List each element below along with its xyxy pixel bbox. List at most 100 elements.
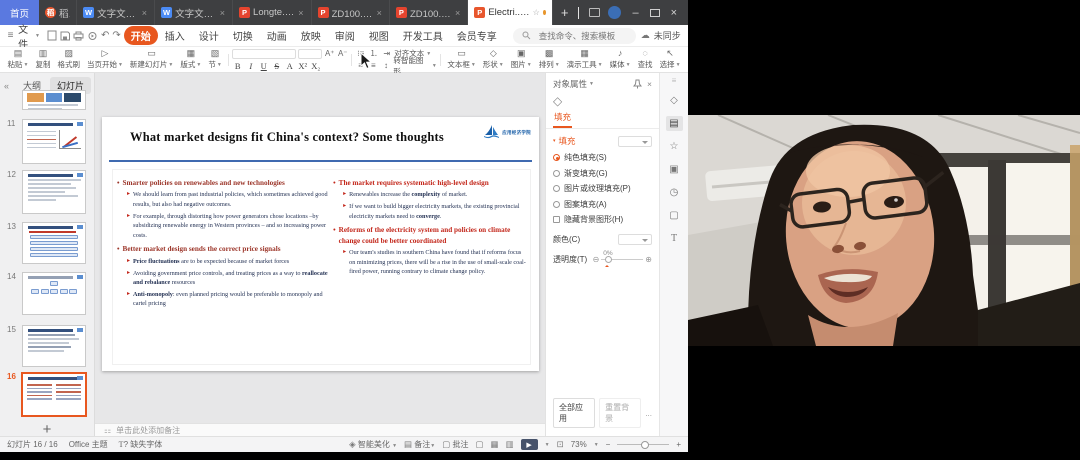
- line-spacing-icon[interactable]: ↕: [381, 61, 392, 70]
- sorter-view-icon[interactable]: ▦: [491, 439, 499, 450]
- menu-开发工具[interactable]: 开发工具: [396, 26, 450, 45]
- favorite-star-icon[interactable]: ☆: [533, 8, 540, 17]
- close-tab-icon[interactable]: ×: [141, 8, 148, 18]
- cloud-sync-button[interactable]: ☁未同步: [639, 29, 681, 42]
- play-slideshow-button[interactable]: ▶: [521, 439, 538, 450]
- menu-插入[interactable]: 插入: [158, 26, 192, 45]
- animation-tool-icon[interactable]: ▣: [666, 162, 683, 177]
- slide-thumbnail-14[interactable]: [22, 272, 86, 315]
- 媒体-button[interactable]: ♪媒体▼: [606, 48, 634, 72]
- beautify-button[interactable]: ◈ 智能美化 ▼: [349, 439, 397, 450]
- command-search[interactable]: [513, 28, 636, 44]
- user-avatar[interactable]: [608, 6, 621, 19]
- slide-thumbnail-11[interactable]: [22, 119, 86, 164]
- reset-background-button[interactable]: 重置背景: [599, 398, 641, 428]
- 文本框-button[interactable]: ▭文本框▼: [444, 48, 479, 72]
- properties-tool-icon[interactable]: ▤: [666, 116, 683, 131]
- format-I-button[interactable]: I: [245, 61, 256, 71]
- section-caret-icon[interactable]: ▾: [553, 138, 556, 144]
- document-tab[interactable]: PLongte...21.pdf×: [233, 0, 312, 25]
- format-X₂-button[interactable]: X₂: [310, 61, 321, 71]
- close-tab-icon[interactable]: ×: [454, 8, 461, 18]
- document-tab[interactable]: PZD100...书.pdf×: [390, 0, 468, 25]
- format-U-button[interactable]: U: [258, 61, 269, 71]
- comments-button[interactable]: ▢ 批注: [442, 439, 468, 450]
- save-icon[interactable]: [60, 29, 70, 42]
- close-tab-icon[interactable]: ×: [376, 8, 383, 18]
- slide-title[interactable]: What market designs fit China's context?…: [130, 130, 475, 145]
- close-tab-icon[interactable]: ×: [219, 8, 226, 18]
- slide-body-textbox[interactable]: •Smarter policies on renewables and new …: [112, 169, 531, 365]
- redo-icon[interactable]: ↷: [112, 29, 120, 42]
- format-B-button[interactable]: B: [232, 61, 243, 71]
- slide-16[interactable]: What market designs fit China's context?…: [102, 117, 539, 371]
- close-tab-icon[interactable]: ×: [297, 8, 304, 18]
- radio-icon[interactable]: [553, 201, 560, 208]
- zoom-slider[interactable]: [617, 444, 669, 445]
- menu-动画[interactable]: 动画: [260, 26, 294, 45]
- normal-view-icon[interactable]: ▢: [476, 439, 484, 450]
- play-options-caret[interactable]: ▼: [545, 442, 550, 448]
- zoom-in-button[interactable]: +: [676, 440, 681, 449]
- menu-切换[interactable]: 切换: [226, 26, 260, 45]
- slide-thumbnail-13[interactable]: [22, 222, 86, 264]
- fill-option[interactable]: 纯色填充(S): [553, 152, 652, 163]
- tab-list-icon[interactable]: [589, 8, 600, 17]
- slide-thumbnail-partial[interactable]: [22, 90, 86, 110]
- slider-knob[interactable]: [605, 256, 612, 263]
- fit-window-icon[interactable]: ⊡: [557, 439, 564, 450]
- format-S-button[interactable]: S: [271, 61, 282, 71]
- 版式-button[interactable]: ▦版式▼: [177, 48, 205, 72]
- shrink-font-button[interactable]: A⁻: [337, 49, 348, 58]
- 查找-button[interactable]: ◌查找: [634, 48, 656, 72]
- chevron-down-icon[interactable]: ▼: [589, 81, 594, 87]
- 节-button[interactable]: ▧节▼: [205, 48, 225, 72]
- menu-开始[interactable]: 开始: [124, 26, 158, 45]
- slide-canvas[interactable]: What market designs fit China's context?…: [95, 73, 545, 436]
- print-icon[interactable]: [73, 29, 84, 42]
- menu-设计[interactable]: 设计: [192, 26, 226, 45]
- zoom-level[interactable]: 73%: [571, 440, 587, 449]
- more-options-button[interactable]: ...: [645, 409, 652, 418]
- search-input[interactable]: [537, 30, 629, 42]
- 复制-button[interactable]: ▥复制: [32, 48, 54, 72]
- document-tab[interactable]: W文字文稿1.doc×: [77, 0, 155, 25]
- indent-icon[interactable]: ⇥: [381, 49, 392, 58]
- restore-button[interactable]: [650, 9, 660, 17]
- fill-option[interactable]: 图案填充(A): [553, 199, 652, 210]
- transparency-slider[interactable]: ⊖ 0% ⊕: [593, 255, 652, 264]
- close-window-button[interactable]: ×: [668, 7, 680, 19]
- notes-bar[interactable]: ⚏ 单击此处添加备注: [95, 423, 545, 436]
- font-name-select[interactable]: [232, 49, 296, 59]
- format-A-button[interactable]: A: [284, 61, 295, 71]
- slide-thumbnail-15[interactable]: [22, 325, 86, 367]
- 粘贴-button[interactable]: ▤粘贴▼: [4, 48, 32, 72]
- fill-option[interactable]: 隐藏背景图形(H): [553, 214, 652, 225]
- selection-pane-icon[interactable]: ▢: [666, 208, 683, 223]
- checkbox-icon[interactable]: [553, 216, 560, 223]
- grow-font-button[interactable]: A⁺: [324, 49, 335, 58]
- text-tool-icon[interactable]: T: [666, 231, 683, 246]
- format-X²-button[interactable]: X²: [297, 61, 308, 71]
- radio-icon[interactable]: [553, 154, 560, 161]
- undo-icon[interactable]: ↶: [101, 29, 109, 42]
- shape-tool-icon[interactable]: ◇: [666, 93, 683, 108]
- menu-审阅[interactable]: 审阅: [328, 26, 362, 45]
- zoom-slider-knob[interactable]: [641, 441, 649, 449]
- 形状-button[interactable]: ◇形状▼: [479, 48, 507, 72]
- new-tab-button[interactable]: +: [561, 5, 569, 20]
- menu-放映[interactable]: 放映: [294, 26, 328, 45]
- font-size-select[interactable]: [298, 49, 322, 59]
- radio-icon[interactable]: [553, 170, 560, 177]
- drag-handle-icon[interactable]: ≡: [672, 76, 677, 85]
- document-tab[interactable]: PZD100...书.pdf×: [312, 0, 390, 25]
- 演示工具-button[interactable]: ▦演示工具▼: [563, 48, 606, 72]
- document-tab[interactable]: W文字文稿2.doc×: [155, 0, 233, 25]
- zoom-out-button[interactable]: −: [606, 440, 611, 449]
- slide-thumbnail-16[interactable]: [21, 372, 87, 417]
- fill-option[interactable]: 图片或纹理填充(P): [553, 183, 652, 194]
- 选择-button[interactable]: ↖选择▼: [656, 48, 684, 72]
- 排列-button[interactable]: ▩排列▼: [535, 48, 563, 72]
- fill-option[interactable]: 渐变填充(G): [553, 168, 652, 179]
- new-doc-icon[interactable]: [47, 29, 57, 42]
